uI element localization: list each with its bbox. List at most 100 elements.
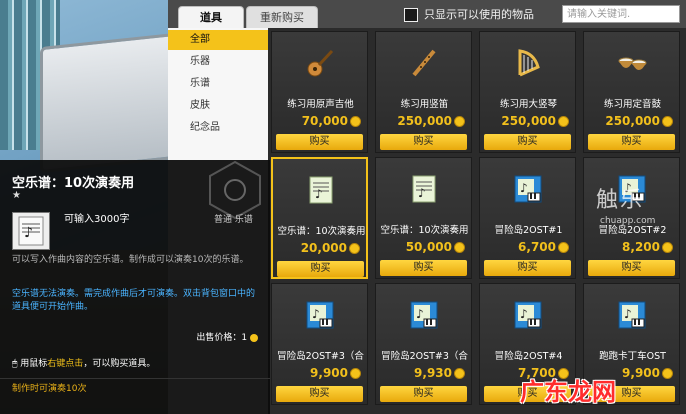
item-price: 8,200: [622, 240, 673, 254]
hint-highlight: 右键点击: [47, 359, 84, 369]
mouse-icon: 🖱: [12, 359, 18, 369]
item-price-value: 20,000: [300, 241, 347, 255]
shop-item-card[interactable]: 练习用定音鼓 250,000 购买: [583, 31, 680, 153]
svg-text:♪: ♪: [520, 307, 528, 321]
item-price: 20,000: [301, 241, 360, 255]
coin-icon: [349, 243, 360, 254]
item-price: 250,000: [397, 114, 465, 128]
item-name: 空乐谱：10次演奏用: [277, 226, 366, 237]
item-name: 练习用竖笛: [400, 99, 449, 110]
shop-item-card[interactable]: ♪ 冒险岛2OST#3（合 9,930 购买: [375, 283, 472, 405]
buy-button[interactable]: 购买: [380, 134, 467, 150]
category-item[interactable]: 全部: [168, 30, 272, 50]
usable-filter-label: 只显示可以使用的物品: [424, 8, 534, 21]
tooltip-sell-price-text: 出售价格：1: [196, 333, 248, 343]
buy-button[interactable]: 购买: [484, 134, 571, 150]
usable-filter[interactable]: 只显示可以使用的物品: [404, 6, 534, 24]
watermark-url: chuapp.com: [600, 216, 656, 226]
guitar-icon: [304, 47, 336, 79]
usable-filter-checkbox[interactable]: [404, 8, 418, 22]
coin-icon: [350, 116, 361, 127]
music-score-icon: ♪: [616, 299, 648, 331]
coin-icon: [350, 368, 361, 379]
svg-text:♪: ♪: [24, 225, 33, 241]
shop-item-card[interactable]: ♪ 空乐谱：10次演奏用 20,000 购买: [271, 157, 368, 279]
tooltip-item-type: 普通 乐谱: [214, 215, 253, 225]
buy-button[interactable]: 购买: [588, 260, 675, 276]
tooltip-footer: 制作时可演奏10次: [0, 378, 270, 398]
coin-icon: [662, 242, 673, 253]
item-price-value: 6,700: [518, 240, 556, 254]
buy-button[interactable]: 购买: [484, 260, 571, 276]
buy-button[interactable]: 购买: [588, 134, 675, 150]
hint-prefix: 用鼠标: [20, 359, 48, 369]
svg-text:♪: ♪: [520, 181, 528, 195]
coin-icon: [662, 368, 673, 379]
watermark-brand: 触乐: [596, 188, 645, 213]
item-name: 冒险岛2OST#3（合: [277, 351, 364, 362]
item-price-value: 70,000: [301, 114, 348, 128]
item-price: 9,900: [310, 366, 361, 380]
item-name: 冒险岛2OST#4: [494, 351, 563, 362]
item-name: 练习用定音鼓: [603, 99, 661, 110]
music-sheet-icon: ♪: [12, 212, 50, 250]
svg-text:♪: ♪: [312, 307, 320, 321]
music-score-icon: ♪: [408, 299, 440, 331]
shop-item-card[interactable]: 练习用大竖琴 250,000 购买: [479, 31, 576, 153]
item-price: 6,700: [518, 240, 569, 254]
category-item[interactable]: 纪念品: [168, 118, 272, 138]
shop-item-card[interactable]: ♪ 冒险岛2OST#3（合 9,900 购买: [271, 283, 368, 405]
coin-icon: [250, 333, 258, 342]
music-score-icon: ♪: [512, 173, 544, 205]
background-crate: [40, 32, 176, 174]
item-price-value: 8,200: [622, 240, 660, 254]
item-price-value: 9,900: [310, 366, 348, 380]
tooltip-purchase-hint: 🖱 用鼠标右键点击，可以购买道具。: [12, 356, 155, 369]
music-score-icon: ♪: [512, 299, 544, 331]
shop-item-card[interactable]: 练习用原声吉他 70,000 购买: [271, 31, 368, 153]
item-name: 空乐谱：10次演奏用: [380, 225, 469, 236]
coin-icon: [662, 116, 673, 127]
flute-icon: [408, 47, 440, 79]
shop-item-card[interactable]: ♪ 空乐谱：10次演奏用 50,000 购买: [375, 157, 472, 279]
buy-button[interactable]: 购买: [380, 386, 467, 402]
item-price: 250,000: [605, 114, 673, 128]
watermark-site: 广东龙网: [520, 378, 616, 406]
tooltip-title: 空乐谱：10次演奏用: [12, 176, 135, 191]
music-sheet-icon: ♪: [408, 173, 440, 205]
category-item[interactable]: 皮肤: [168, 96, 272, 116]
svg-text:♪: ♪: [624, 307, 632, 321]
music-score-icon: ♪: [304, 299, 336, 331]
buy-button[interactable]: 购买: [277, 261, 364, 277]
buy-button[interactable]: 购买: [276, 386, 363, 402]
coin-icon: [454, 242, 465, 253]
tab-items[interactable]: 道具: [178, 6, 244, 29]
item-price: 9,930: [414, 366, 465, 380]
buy-button[interactable]: 购买: [380, 260, 467, 276]
item-name: 练习用大竖琴: [499, 99, 557, 110]
category-item[interactable]: 乐谱: [168, 74, 272, 94]
item-price-value: 250,000: [605, 114, 660, 128]
harp-icon: [512, 47, 544, 79]
search-input[interactable]: [562, 5, 680, 23]
item-price-value: 50,000: [405, 240, 452, 254]
item-price-value: 9,930: [414, 366, 452, 380]
shop-item-card[interactable]: 练习用竖笛 250,000 购买: [375, 31, 472, 153]
shop-item-card[interactable]: ♪ 冒险岛2OST#1 6,700 购买: [479, 157, 576, 279]
tab-repurchase[interactable]: 重新购买: [246, 6, 318, 29]
coin-icon: [454, 116, 465, 127]
coin-icon: [454, 368, 465, 379]
item-price: 50,000: [406, 240, 465, 254]
coin-icon: [558, 242, 569, 253]
item-name: 跑跑卡丁车OST: [599, 351, 666, 362]
tooltip-sell-price: 出售价格：1: [196, 330, 258, 343]
music-sheet-icon: ♪: [305, 174, 337, 206]
category-item[interactable]: 乐器: [168, 52, 272, 72]
tooltip-star-rating: ★: [12, 190, 21, 201]
item-price-value: 9,900: [622, 366, 660, 380]
item-price: 70,000: [302, 114, 361, 128]
svg-text:♪: ♪: [416, 307, 424, 321]
tooltip-description: 可以写入作曲内容的空乐谱。制作成可以演奏10次的乐谱。: [12, 255, 249, 265]
tooltip-capacity: 可输入3000字: [64, 214, 130, 225]
buy-button[interactable]: 购买: [276, 134, 363, 150]
